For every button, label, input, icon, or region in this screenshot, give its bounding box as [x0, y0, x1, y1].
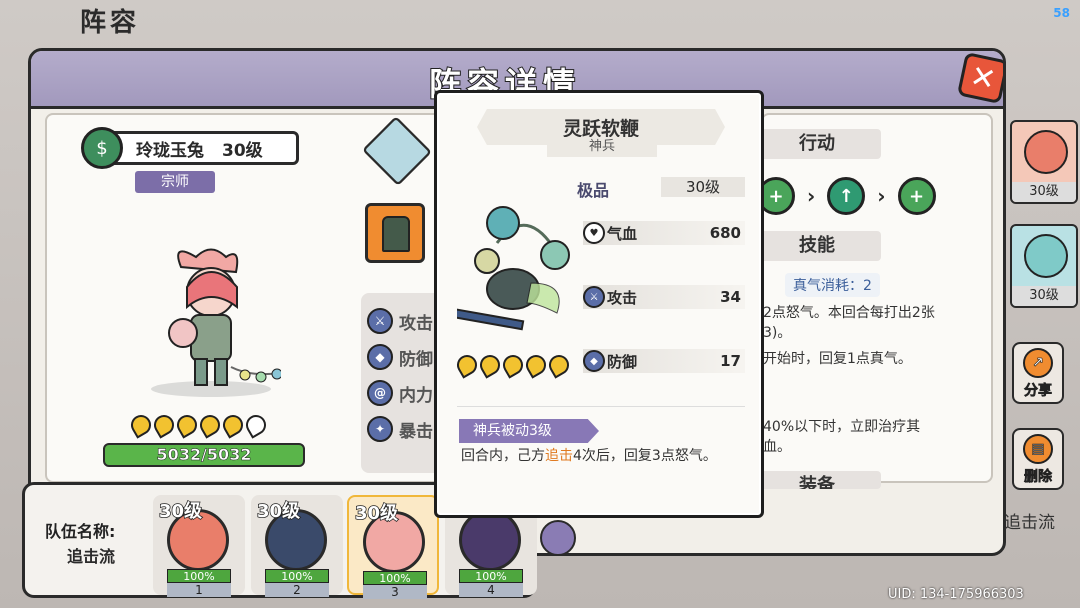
team-member-2[interactable]: 30级 100% 2	[251, 495, 343, 597]
passive-keyword: 追击	[545, 448, 573, 464]
weapon-level: 30级	[661, 177, 745, 197]
stat-value: 17	[720, 352, 741, 370]
skill-text-3: 开始时，回复1点真气。	[763, 351, 912, 367]
share-label: 分享	[1024, 383, 1053, 400]
whip-weapon-art	[457, 206, 570, 331]
item-slot[interactable]	[365, 203, 425, 263]
passive-title: 神兵被动3级	[459, 419, 599, 443]
weapon-grade: 极品	[577, 181, 610, 200]
star-icon	[242, 411, 270, 439]
arrow-right-icon: ›	[807, 184, 816, 208]
member-slot: 3	[363, 585, 427, 599]
member-hp: 100%	[167, 569, 231, 583]
team-label: 队伍名称:	[45, 522, 116, 541]
team-member-3[interactable]: 30级 100% 3	[347, 495, 439, 599]
hero-level: 30级	[222, 140, 263, 161]
action-sequence: + › ↑ › +	[757, 177, 936, 215]
side-team-name: 追击流	[1004, 513, 1055, 533]
skill-text-5: 血。	[763, 439, 791, 455]
stat-label: 气血	[607, 224, 638, 243]
swirl-icon: @	[367, 380, 393, 406]
star-icon	[453, 351, 481, 379]
screen-title: 阵容	[80, 8, 141, 38]
delete-button[interactable]: ▤ 删除	[1012, 428, 1064, 490]
close-button[interactable]: ✕	[956, 51, 1003, 105]
action-title: 行动	[753, 129, 881, 159]
star-icon	[476, 351, 504, 379]
member-hp: 100%	[459, 569, 523, 583]
skill-text-4: 40%以下时，立即治疗其	[763, 419, 921, 435]
star-icon	[173, 411, 201, 439]
member-slot: 1	[167, 583, 231, 597]
share-icon: ↗	[1023, 348, 1053, 378]
skill-text-2: 3)。	[763, 325, 792, 341]
member-level: 30级	[354, 502, 399, 525]
star-icon	[127, 411, 155, 439]
skill-title: 技能	[753, 231, 881, 261]
divider	[457, 406, 745, 407]
up-arrow-icon: ↑	[827, 177, 866, 215]
member-hp: 100%	[363, 571, 427, 585]
uid-label: UID: 134-175966303	[888, 587, 1024, 602]
stat-label: 攻击	[607, 288, 638, 307]
star-icon	[545, 351, 573, 379]
skill-cost: 真气消耗：2	[785, 273, 880, 297]
avatar	[459, 509, 521, 571]
delete-label: 删除	[1024, 469, 1053, 486]
shield-icon: ◆	[583, 350, 605, 372]
popup-stat-hp: ♥ 气血 680	[583, 221, 745, 245]
passive-text: 回合内，己方追击4次后，回复3点怒气。	[461, 447, 751, 465]
team-name: 追击流	[67, 547, 116, 566]
side-hero-card[interactable]: 30级	[1010, 224, 1078, 308]
side-card-level: 30级	[1012, 182, 1076, 202]
stat-label: 暴击	[399, 421, 433, 442]
share-button[interactable]: ↗ 分享	[1012, 342, 1064, 404]
fps-counter: 58	[1053, 6, 1070, 20]
side-hero-card[interactable]: 30级	[1010, 120, 1078, 204]
stat-label: 攻击	[399, 313, 433, 334]
star-icon	[499, 351, 527, 379]
sword-icon: ⚔	[367, 308, 393, 334]
equip-title: 装备	[753, 471, 881, 489]
skill-text-1: 2点怒气。本回合每打出2张	[763, 305, 935, 321]
stat-label: 防御	[399, 349, 433, 370]
side-card-level: 30级	[1012, 286, 1076, 306]
sword-icon: ⚔	[583, 286, 605, 308]
popup-stat-defense: ◆ 防御 17	[583, 349, 745, 373]
hero-rank: 宗师	[135, 171, 215, 193]
shield-icon: ◆	[367, 344, 393, 370]
star-icon	[196, 411, 224, 439]
stat-label: 内力	[399, 385, 433, 406]
stat-value: 34	[720, 288, 741, 306]
star-icon	[219, 411, 247, 439]
member-hp: 100%	[265, 569, 329, 583]
stat-label: 防御	[607, 352, 638, 371]
weapon-stars	[453, 351, 573, 379]
weapon-type: 神兵	[547, 137, 657, 157]
cards-icon[interactable]	[540, 520, 576, 556]
star-icon	[150, 411, 178, 439]
hero-name: 玲珑玉兔	[136, 140, 204, 161]
member-level: 30级	[158, 500, 203, 523]
heal-plus-icon: +	[897, 177, 936, 215]
member-slot: 2	[265, 583, 329, 597]
weapon-detail-popup: 灵跃软鞭 神兵 极品 30级 ♥ 气血 680 ⚔ 攻击 34 ◆ 防御 17 …	[434, 90, 764, 518]
crit-icon: ✦	[367, 416, 393, 442]
member-slot: 4	[459, 583, 523, 597]
money-icon: $	[81, 127, 123, 169]
hero-stars	[127, 411, 270, 439]
passive-text-pre: 回合内，己方	[461, 448, 545, 464]
hero-hp-bar: 5032/5032	[103, 443, 305, 467]
popup-stat-attack: ⚔ 攻击 34	[583, 285, 745, 309]
member-level: 30级	[256, 500, 301, 523]
heart-icon: ♥	[583, 222, 605, 244]
star-icon	[522, 351, 550, 379]
stat-value: 680	[709, 224, 741, 242]
passive-text-post: 4次后，回复3点怒气。	[573, 448, 717, 464]
hero-figure[interactable]	[141, 247, 281, 397]
trash-icon: ▤	[1023, 434, 1053, 464]
arrow-right-icon: ›	[877, 184, 886, 208]
team-member-1[interactable]: 30级 100% 1	[153, 495, 245, 597]
